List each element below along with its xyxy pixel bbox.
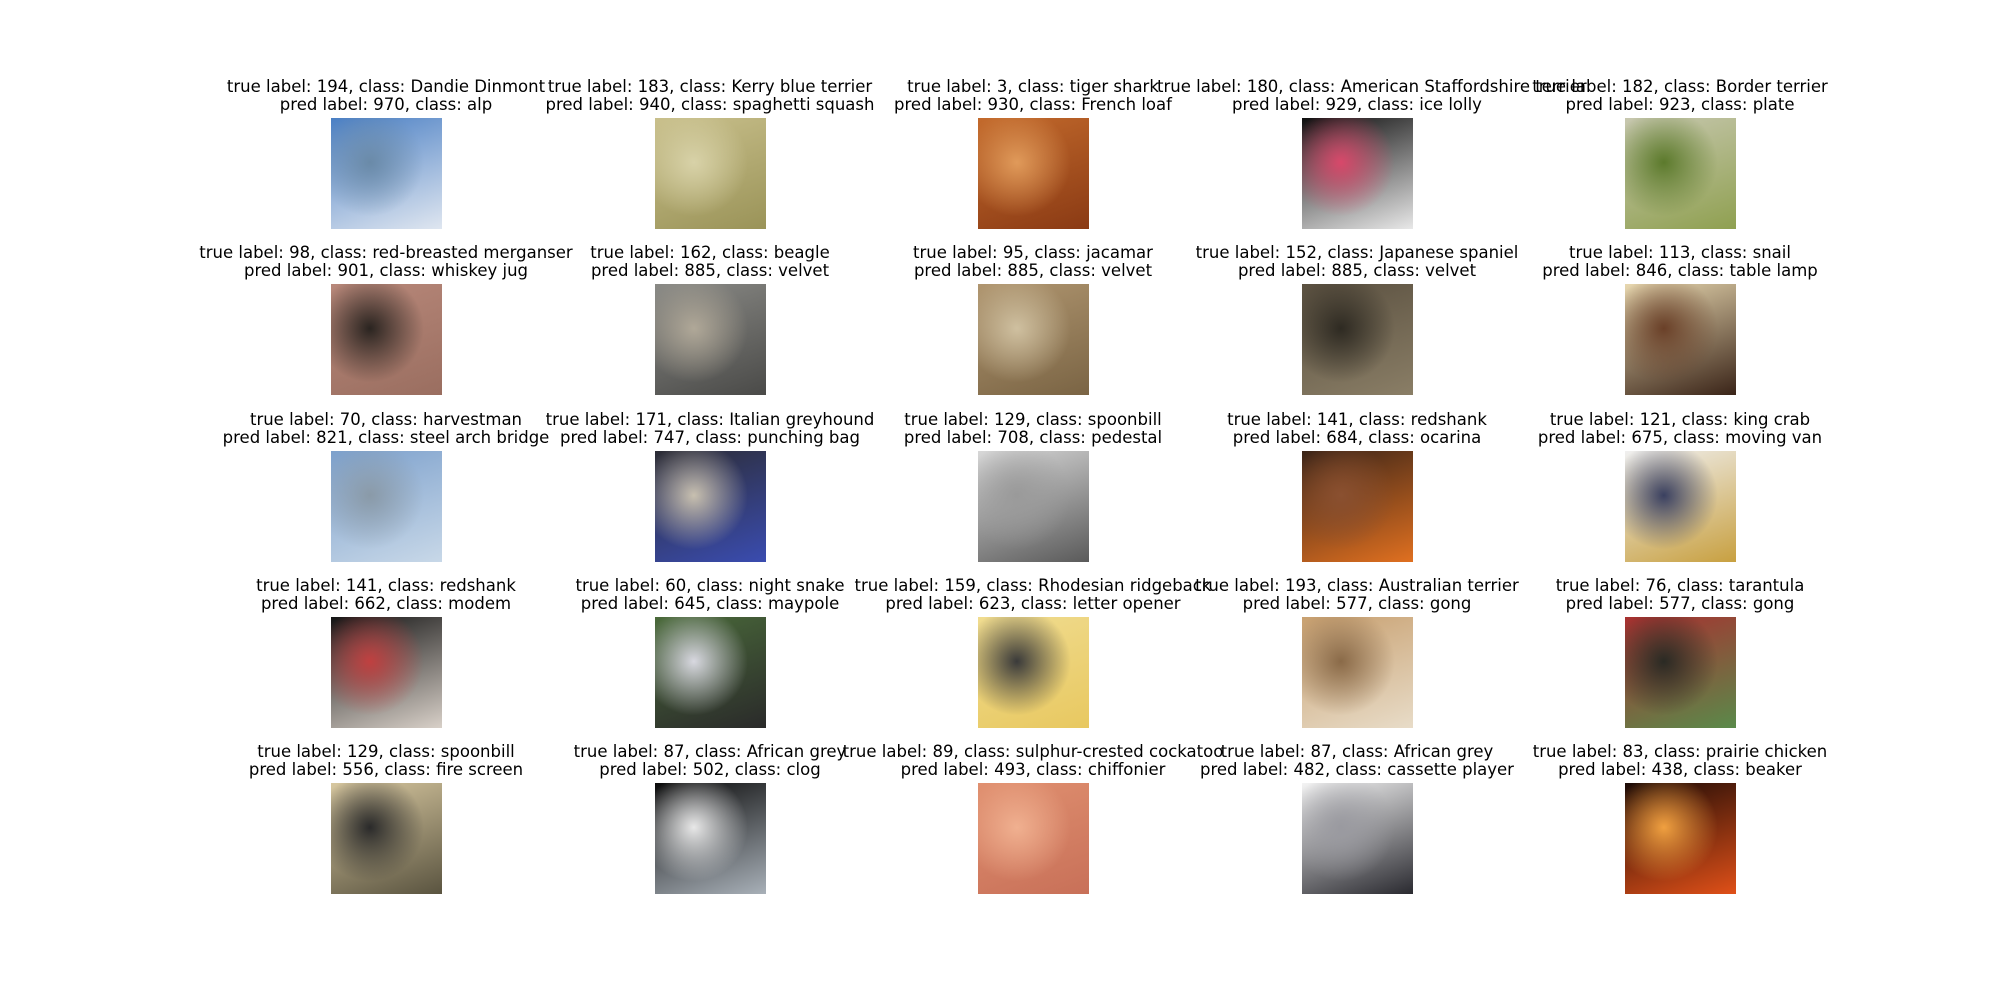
sample-image: [1625, 451, 1736, 562]
sample-image: [978, 118, 1089, 229]
sample-image: [331, 284, 442, 395]
panel: true label: 180, class: American Staffor…: [1157, 78, 1587, 243]
sample-image: [655, 617, 766, 728]
sample-image: [978, 783, 1089, 894]
sample-image: [331, 118, 442, 229]
panel: true label: 159, class: Rhodesian ridgeb…: [855, 577, 1211, 742]
panel: true label: 98, class: red-breasted merg…: [199, 244, 573, 409]
panel: true label: 141, class: redshank pred lab…: [221, 577, 551, 742]
panel: true label: 183, class: Kerry blue terri…: [545, 78, 875, 243]
panel: true label: 194, class: Dandie Dinmont pr…: [221, 78, 551, 243]
sample-image: [1625, 284, 1736, 395]
panel: true label: 129, class: spoonbill pred la…: [221, 743, 551, 908]
pred-label-text: pred label: 438, class: beaker: [1558, 760, 1802, 779]
panel: true label: 89, class: sulphur-crested c…: [843, 743, 1223, 908]
panel: true label: 3, class: tiger shark pred la…: [868, 78, 1198, 243]
sample-image: [1302, 284, 1413, 395]
sample-image: [978, 617, 1089, 728]
sample-image: [1625, 783, 1736, 894]
panel: true label: 193, class: Australian terri…: [1192, 577, 1522, 742]
true-label-text: true label: 76, class: tarantula: [1555, 576, 1805, 595]
pred-label-text: pred label: 846, class: table lamp: [1542, 261, 1818, 280]
panel: true label: 83, class: prairie chicken pr…: [1515, 743, 1845, 908]
true-label-text: true label: 121, class: king crab: [1549, 410, 1811, 429]
true-label-text: true label: 182, class: Border terrier: [1532, 77, 1828, 96]
true-label-text: true label: 113, class: snail: [1569, 243, 1791, 262]
sample-image: [655, 284, 766, 395]
pred-label-text: pred label: 675, class: moving van: [1537, 428, 1823, 447]
panel: true label: 121, class: king crab pred la…: [1515, 411, 1845, 576]
pred-label-text: pred label: 923, class: plate: [1565, 95, 1795, 114]
sample-image: [1302, 118, 1413, 229]
panel: true label: 162, class: beagle pred label…: [545, 244, 875, 409]
panel-title: true label: 76, class: tarantula pred lab…: [1480, 577, 1880, 613]
panel: true label: 141, class: redshank pred lab…: [1192, 411, 1522, 576]
sample-image: [978, 284, 1089, 395]
panel: true label: 70, class: harvestman pred la…: [221, 411, 551, 576]
sample-image: [331, 783, 442, 894]
sample-image: [1625, 118, 1736, 229]
panel: true label: 60, class: night snake pred l…: [545, 577, 875, 742]
panel: true label: 87, class: African grey pred …: [1192, 743, 1522, 908]
sample-image: [1625, 617, 1736, 728]
panel-title: true label: 83, class: prairie chicken pr…: [1480, 743, 1880, 779]
sample-image: [331, 451, 442, 562]
panel-title: true label: 121, class: king crab pred la…: [1480, 411, 1880, 447]
panel: true label: 76, class: tarantula pred lab…: [1515, 577, 1845, 742]
sample-image: [331, 617, 442, 728]
sample-image: [1302, 617, 1413, 728]
panel: true label: 87, class: African grey pred …: [545, 743, 875, 908]
panel: true label: 129, class: spoonbill pred la…: [868, 411, 1198, 576]
panel: true label: 152, class: Japanese spaniel…: [1192, 244, 1522, 409]
panel-title: true label: 182, class: Border terrier pr…: [1480, 78, 1880, 114]
sample-image: [1302, 783, 1413, 894]
sample-image: [1302, 451, 1413, 562]
panel: true label: 182, class: Border terrier pr…: [1515, 78, 1845, 243]
panel: true label: 113, class: snail pred label:…: [1515, 244, 1845, 409]
panel: true label: 171, class: Italian greyhoun…: [545, 411, 875, 576]
panel-title: true label: 113, class: snail pred label:…: [1480, 244, 1880, 280]
sample-image: [978, 451, 1089, 562]
figure: true label: 194, class: Dandie Dinmont pr…: [0, 0, 2000, 1000]
sample-image: [655, 783, 766, 894]
sample-image: [655, 118, 766, 229]
panel: true label: 95, class: jacamar pred label…: [868, 244, 1198, 409]
pred-label-text: pred label: 577, class: gong: [1565, 594, 1795, 613]
true-label-text: true label: 83, class: prairie chicken: [1532, 742, 1828, 761]
sample-image: [655, 451, 766, 562]
